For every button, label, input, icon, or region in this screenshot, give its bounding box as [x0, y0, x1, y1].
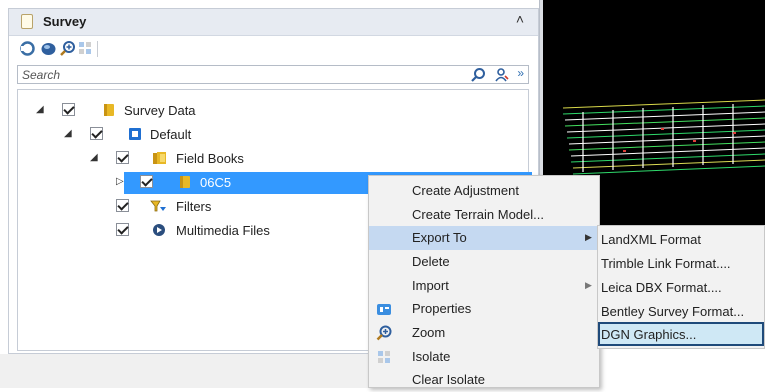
submenu-item-dgn-graphics[interactable]: DGN Graphics...: [598, 322, 764, 346]
menu-item-label: Clear Isolate: [412, 372, 485, 387]
menu-item-create-adjustment[interactable]: Create Adjustment: [369, 179, 599, 203]
field-books-icon: [153, 152, 166, 164]
checkbox[interactable]: [62, 103, 75, 116]
field-book-icon: [180, 176, 190, 188]
user-search-icon[interactable]: [494, 67, 510, 83]
submenu-item-label: LandXML Format: [601, 232, 701, 247]
export-submenu: LandXML Format Trimble Link Format.... L…: [597, 225, 765, 349]
submenu-item-landxml[interactable]: LandXML Format: [598, 227, 764, 251]
terrain-icon[interactable]: [40, 40, 57, 57]
menu-item-label: Export To: [412, 230, 467, 245]
menu-item-label: Create Terrain Model...: [412, 207, 544, 222]
menu-item-label: Zoom: [412, 325, 446, 340]
multimedia-icon: [153, 224, 165, 236]
tree-item-label: Filters: [176, 199, 212, 214]
zoom-icon[interactable]: [59, 40, 76, 57]
menu-item-label: Import: [412, 278, 449, 293]
zoom-icon: [376, 325, 392, 341]
tree-item-survey-data[interactable]: ◢ Survey Data: [18, 100, 528, 122]
tree-item-label: Default: [150, 127, 192, 142]
menu-item-isolate[interactable]: Isolate: [369, 345, 599, 369]
filters-icon: [150, 200, 166, 212]
refresh-icon[interactable]: [19, 40, 36, 57]
menu-item-properties[interactable]: Properties: [369, 297, 599, 321]
collapse-chevron-icon[interactable]: ˄: [516, 11, 524, 27]
isolate-icon[interactable]: [77, 40, 94, 57]
tree-item-label: Multimedia Files: [176, 223, 270, 238]
submenu-arrow-icon: ▶: [585, 232, 592, 242]
submenu-item-bentley-survey[interactable]: Bentley Survey Format...: [598, 299, 764, 323]
submenu-item-label: Trimble Link Format....: [601, 256, 731, 271]
submenu-item-label: Leica DBX Format....: [601, 280, 722, 295]
menu-item-clear-isolate[interactable]: Clear Isolate: [369, 368, 599, 392]
expand-arrow-icon[interactable]: ▷: [116, 176, 124, 187]
menu-item-label: Delete: [412, 254, 450, 269]
search-placeholder: Search: [22, 68, 61, 82]
checkbox[interactable]: [116, 223, 129, 236]
menu-item-label: Create Adjustment: [412, 183, 519, 198]
menu-item-label: Properties: [412, 301, 472, 316]
checkbox[interactable]: [90, 127, 103, 140]
expand-arrow-icon[interactable]: ◢: [64, 128, 72, 139]
isolate-icon: [378, 351, 390, 363]
submenu-item-leica-dbx[interactable]: Leica DBX Format....: [598, 275, 764, 299]
panel-header: Survey ˄: [9, 9, 538, 36]
panel-toolbar: [9, 36, 538, 62]
submenu-item-trimble-link[interactable]: Trimble Link Format....: [598, 251, 764, 275]
toolbar-divider: [97, 41, 98, 57]
survey-panel-icon: [21, 14, 33, 29]
search-input[interactable]: Search »: [17, 65, 529, 84]
expand-arrow-icon[interactable]: ◢: [90, 152, 98, 163]
submenu-arrow-icon: ▶: [585, 280, 592, 290]
tree-item-label: Field Books: [176, 151, 244, 166]
checkbox[interactable]: [116, 151, 129, 164]
search-icon[interactable]: [470, 67, 486, 83]
tree-item-field-books[interactable]: ◢ Field Books: [18, 148, 528, 170]
panel-title: Survey: [43, 14, 87, 29]
checkbox[interactable]: [116, 199, 129, 212]
properties-icon: [377, 304, 391, 315]
menu-item-export-to[interactable]: Export To ▶: [369, 226, 599, 250]
default-icon: [129, 128, 141, 140]
tree-item-label: Survey Data: [124, 103, 196, 118]
expand-options-icon[interactable]: »: [517, 66, 524, 80]
context-menu: Create Adjustment Create Terrain Model..…: [368, 175, 600, 388]
menu-item-label: Isolate: [412, 349, 451, 364]
menu-item-delete[interactable]: Delete: [369, 250, 599, 274]
tree-item-default[interactable]: ◢ Default: [18, 124, 528, 146]
menu-item-zoom[interactable]: Zoom: [369, 321, 599, 345]
survey-data-icon: [104, 104, 114, 116]
menu-item-create-terrain-model[interactable]: Create Terrain Model...: [369, 203, 599, 227]
tree-item-label: 06C5: [200, 175, 232, 190]
checkbox[interactable]: [140, 175, 153, 188]
menu-item-import[interactable]: Import ▶: [369, 274, 599, 298]
submenu-item-label: Bentley Survey Format...: [601, 304, 745, 319]
submenu-item-label: DGN Graphics...: [601, 327, 697, 342]
expand-arrow-icon[interactable]: ◢: [36, 104, 44, 115]
